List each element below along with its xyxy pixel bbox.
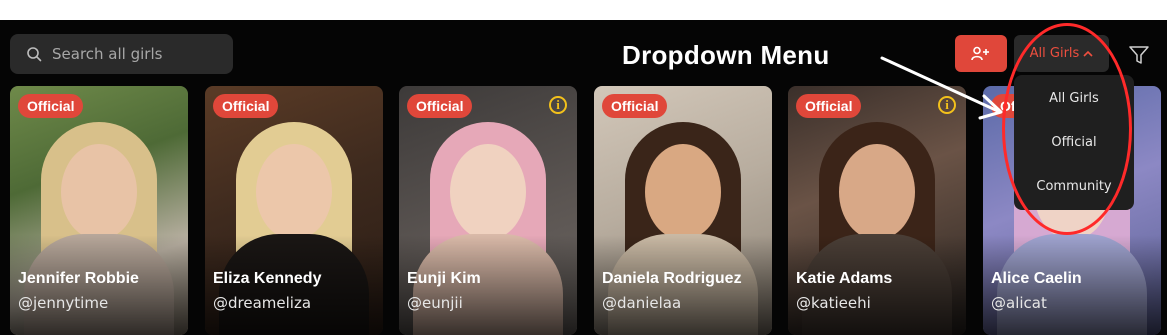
annotation-arrow-icon xyxy=(880,56,1003,120)
app-window: Dropdown Menu All Girls Official Jennife… xyxy=(0,20,1167,335)
